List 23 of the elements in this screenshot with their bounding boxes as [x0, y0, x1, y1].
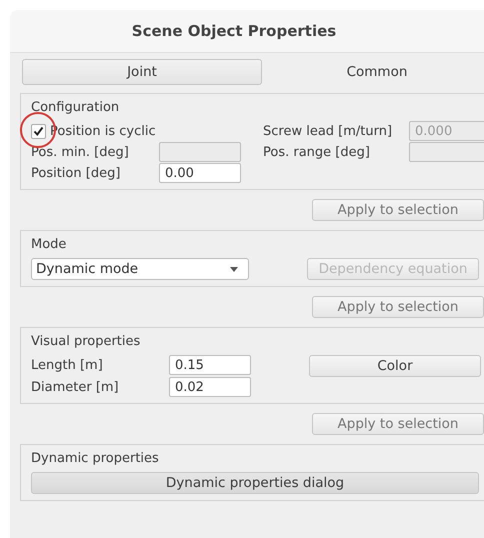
- tab[interactable]: Common: [262, 59, 484, 85]
- field-label: Position [deg]: [31, 166, 122, 180]
- field-label: Screw lead [m/turn]: [263, 124, 394, 138]
- apply-to-selection-button[interactable]: Apply to selection: [312, 413, 484, 435]
- color-button[interactable]: Color: [309, 355, 481, 377]
- mode-dropdown[interactable]: Dynamic mode: [31, 258, 249, 280]
- field-label: Length [m]: [31, 358, 104, 372]
- apply-to-selection-button[interactable]: Apply to selection: [312, 296, 484, 318]
- input-field[interactable]: 0.00: [159, 163, 241, 183]
- window-title: Scene Object Properties: [132, 22, 336, 40]
- dynamic-properties-dialog-button[interactable]: Dynamic properties dialog: [31, 472, 479, 494]
- field-label: Diameter [m]: [31, 380, 120, 394]
- field-label: Pos. range [deg]: [263, 144, 371, 160]
- checkbox[interactable]: [31, 124, 46, 138]
- group-title: Configuration: [31, 100, 120, 115]
- group-title: Mode: [31, 237, 68, 252]
- apply-to-selection-button[interactable]: Apply to selection: [312, 199, 484, 221]
- group-title: Dynamic properties: [31, 451, 160, 466]
- input-field[interactable]: 0.15: [169, 355, 251, 375]
- tab[interactable]: Joint: [22, 59, 262, 85]
- caret-icon: [230, 266, 238, 272]
- input-field[interactable]: 0.02: [169, 377, 251, 397]
- group-title: Visual properties: [31, 334, 142, 349]
